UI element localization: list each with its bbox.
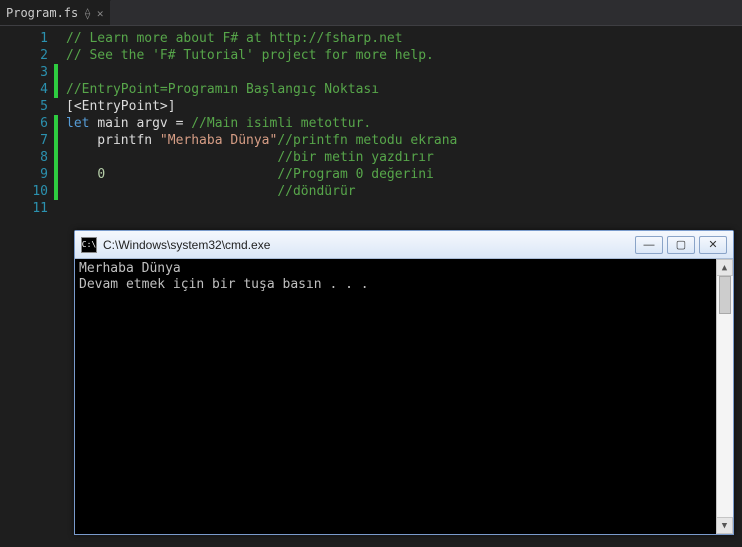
token-str: "Merhaba Dünya" (160, 133, 277, 148)
token-ident (66, 184, 277, 199)
change-bar (54, 149, 58, 166)
code-line[interactable] (66, 64, 742, 81)
line-number: 9 (0, 166, 48, 183)
code-line[interactable]: //EntryPoint=Programın Başlangıç Noktası (66, 81, 742, 98)
code-line[interactable]: //döndürür (66, 183, 742, 200)
code-line[interactable]: //bir metin yazdırır (66, 149, 742, 166)
line-number-gutter: 1234567891011 (0, 30, 54, 217)
console-scrollbar[interactable]: ▲ ▼ (716, 259, 733, 534)
window-buttons: — ▢ ✕ (635, 236, 727, 254)
pin-icon[interactable]: ⟠ (84, 7, 91, 20)
code-line[interactable]: // Learn more about F# at http://fsharp.… (66, 30, 742, 47)
change-bar (54, 166, 58, 183)
console-title-text: C:\Windows\system32\cmd.exe (103, 238, 629, 252)
code-line[interactable]: 0 //Program 0 değerini (66, 166, 742, 183)
line-number: 10 (0, 183, 48, 200)
editor-tab-program-fs[interactable]: Program.fs ⟠ ✕ (0, 0, 111, 25)
scroll-thumb[interactable] (719, 276, 731, 314)
code-content[interactable]: // Learn more about F# at http://fsharp.… (60, 30, 742, 217)
token-comment: // See the 'F# Tutorial' project for mor… (66, 48, 434, 63)
token-ident (66, 167, 97, 182)
code-line[interactable]: printfn "Merhaba Dünya"//printfn metodu … (66, 132, 742, 149)
token-key: let (66, 116, 97, 131)
token-ident (105, 167, 277, 182)
code-line[interactable]: [<EntryPoint>] (66, 98, 742, 115)
console-body: Merhaba Dünya Devam etmek için bir tuşa … (75, 259, 733, 534)
token-comment: //Program 0 değerini (277, 167, 434, 182)
token-comment: //Main isimli metottur. (191, 116, 371, 131)
token-comment: //döndürür (277, 184, 355, 199)
cmd-icon: C:\ (81, 237, 97, 253)
line-number: 8 (0, 149, 48, 166)
tab-filename: Program.fs (6, 6, 78, 20)
change-bar (54, 81, 58, 98)
code-line[interactable]: // See the 'F# Tutorial' project for mor… (66, 47, 742, 64)
editor-tab-bar: Program.fs ⟠ ✕ (0, 0, 742, 26)
change-bar (54, 132, 58, 149)
token-ident: main argv = (97, 116, 191, 131)
close-button[interactable]: ✕ (699, 236, 727, 254)
scroll-down-button[interactable]: ▼ (716, 517, 733, 534)
code-editor[interactable]: 1234567891011 // Learn more about F# at … (0, 26, 742, 217)
code-line[interactable]: let main argv = //Main isimli metottur. (66, 115, 742, 132)
change-bar-column (54, 30, 60, 217)
change-bar (54, 183, 58, 200)
token-ident: printfn (66, 133, 160, 148)
close-icon[interactable]: ✕ (97, 7, 104, 20)
change-bar (54, 115, 58, 132)
token-ident (66, 150, 277, 165)
scroll-up-button[interactable]: ▲ (716, 259, 733, 276)
scroll-track[interactable] (716, 276, 733, 517)
console-output[interactable]: Merhaba Dünya Devam etmek için bir tuşa … (75, 259, 716, 534)
line-number: 3 (0, 64, 48, 81)
line-number: 11 (0, 200, 48, 217)
token-comment: //printfn metodu ekrana (277, 133, 457, 148)
line-number: 1 (0, 30, 48, 47)
line-number: 7 (0, 132, 48, 149)
token-attr: [<EntryPoint>] (66, 99, 176, 114)
line-number: 6 (0, 115, 48, 132)
line-number: 5 (0, 98, 48, 115)
token-comment: //EntryPoint=Programın Başlangıç Noktası (66, 82, 379, 97)
maximize-button[interactable]: ▢ (667, 236, 695, 254)
line-number: 2 (0, 47, 48, 64)
token-num: 0 (97, 167, 105, 182)
line-number: 4 (0, 81, 48, 98)
code-line[interactable] (66, 200, 742, 217)
console-title-bar[interactable]: C:\ C:\Windows\system32\cmd.exe — ▢ ✕ (75, 231, 733, 259)
console-window: C:\ C:\Windows\system32\cmd.exe — ▢ ✕ Me… (74, 230, 734, 535)
minimize-button[interactable]: — (635, 236, 663, 254)
change-bar (54, 64, 58, 81)
token-comment: //bir metin yazdırır (277, 150, 434, 165)
token-comment: // Learn more about F# at http://fsharp.… (66, 31, 403, 46)
